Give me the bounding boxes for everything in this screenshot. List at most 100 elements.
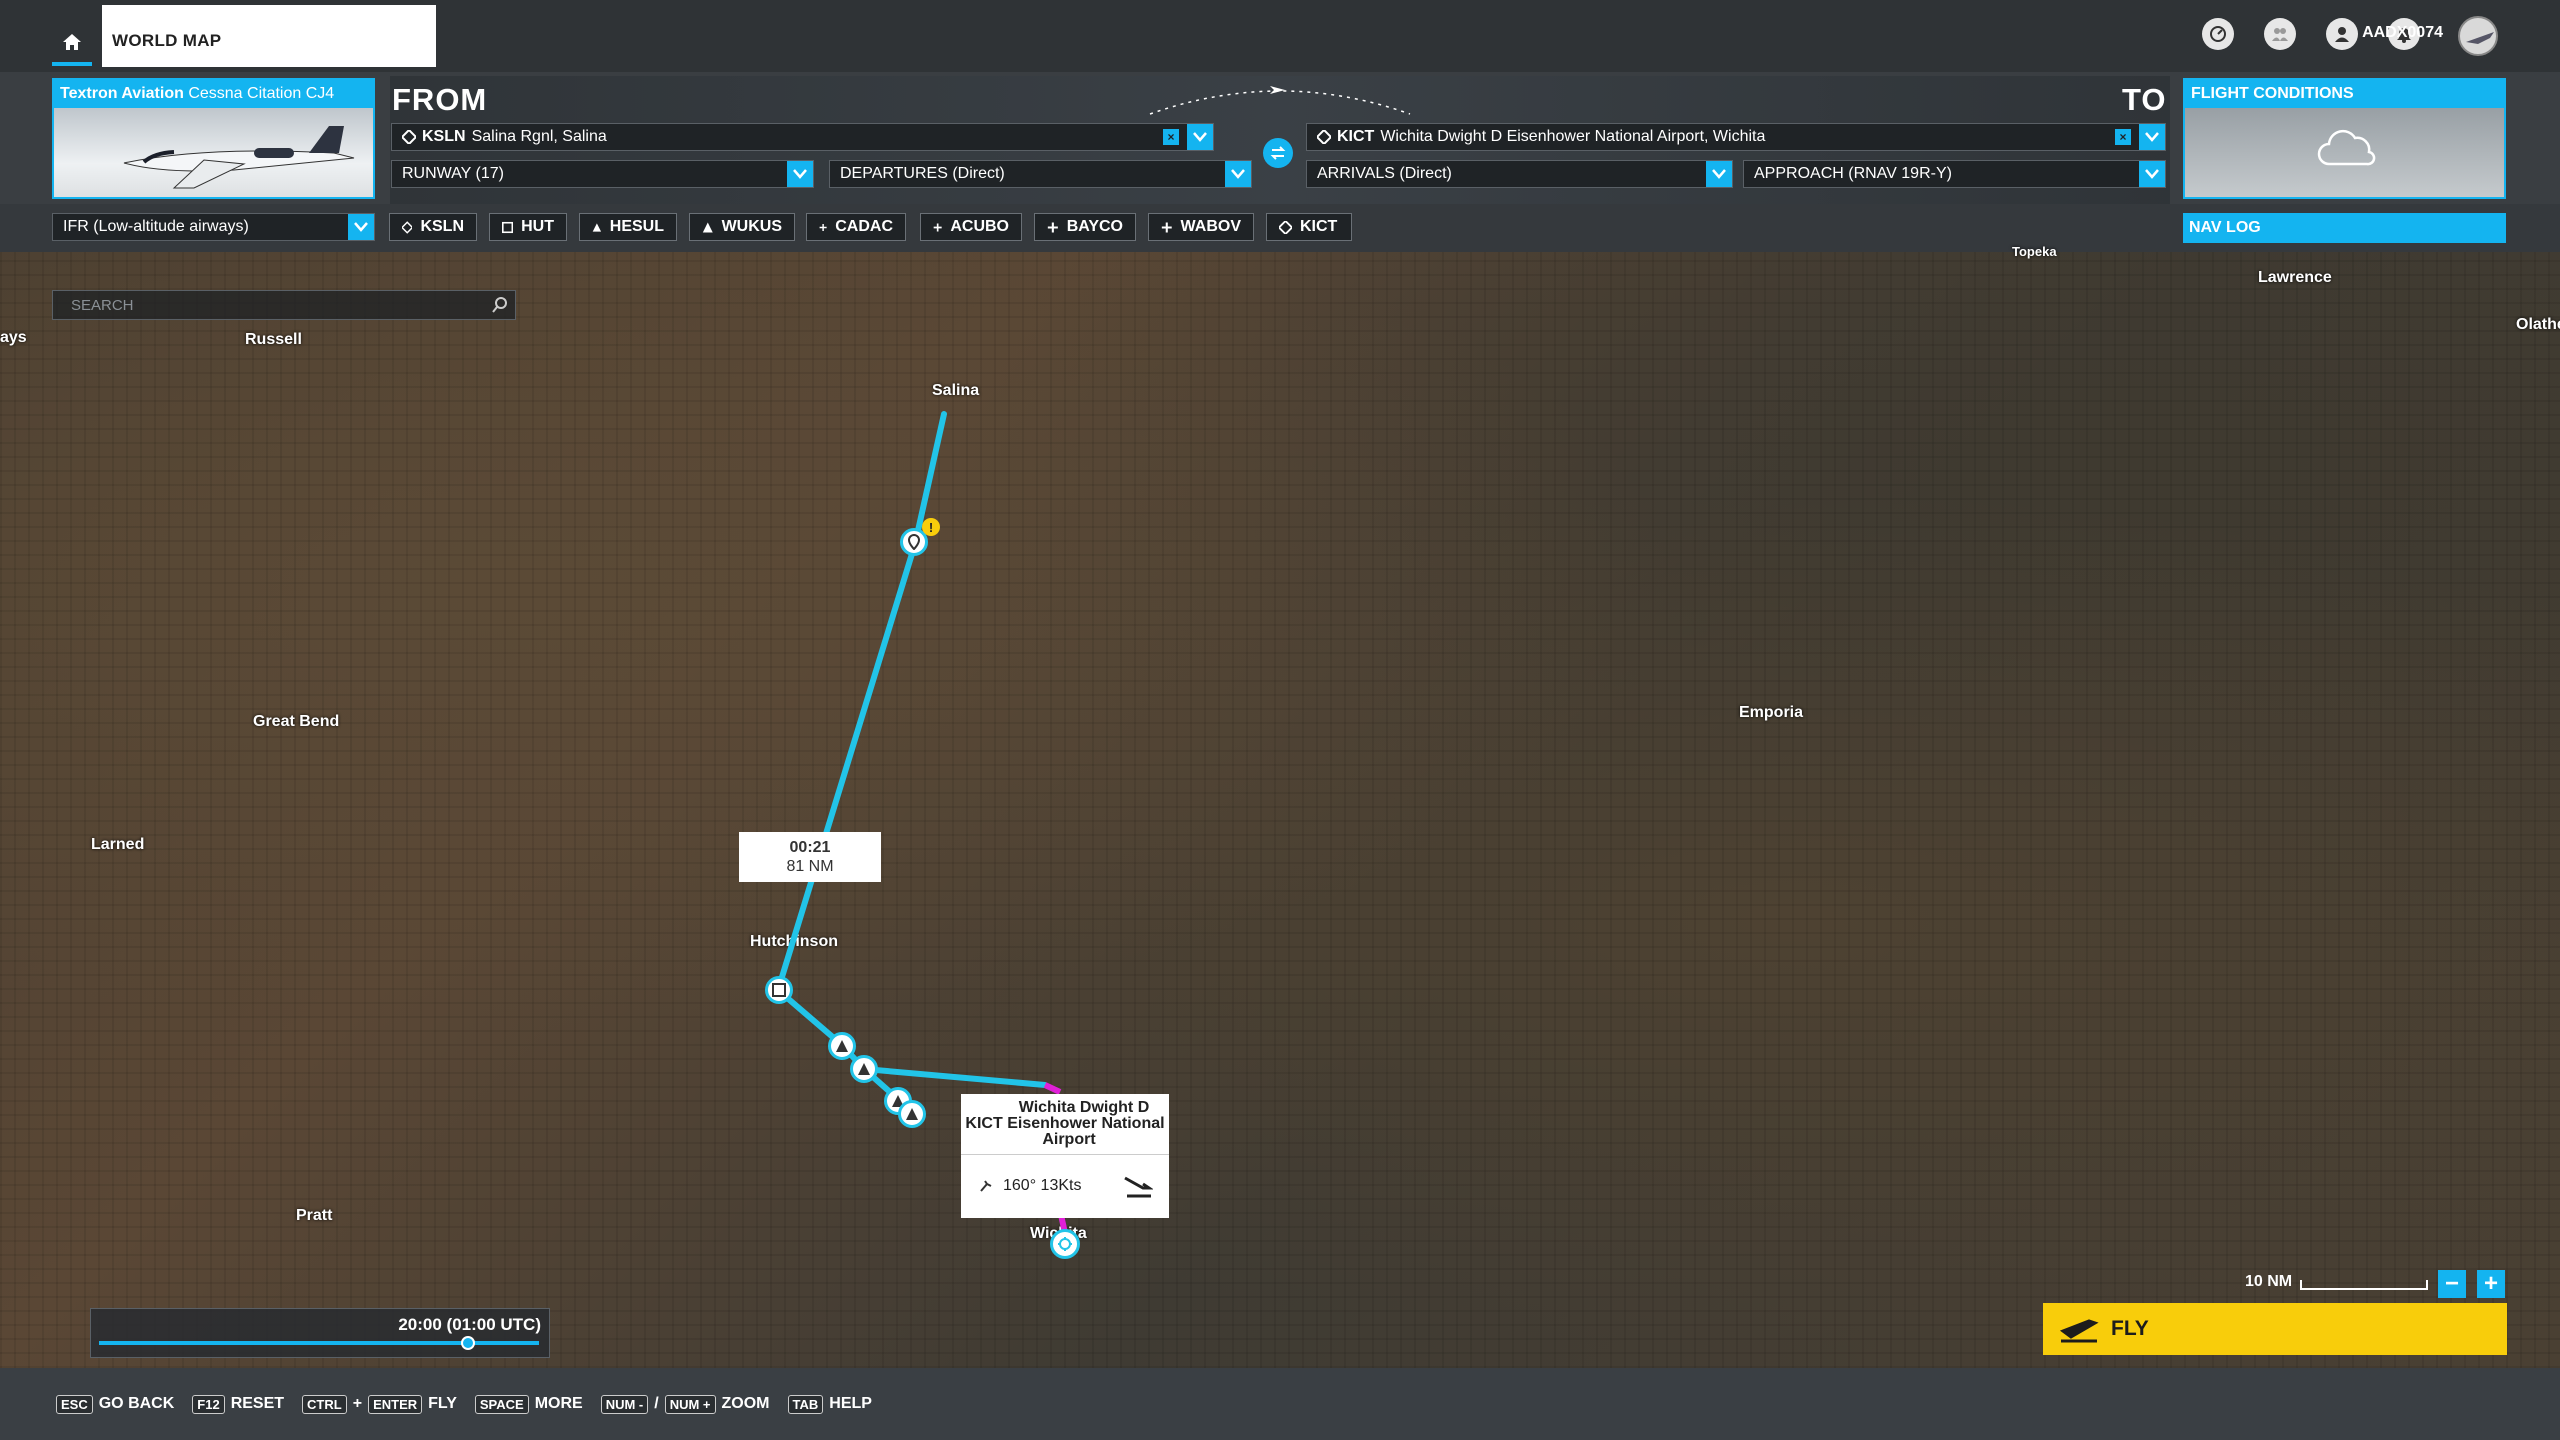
airport-icon: [1317, 130, 1331, 144]
to-label: TO: [2122, 82, 2167, 117]
approach-dropdown-button[interactable]: [2139, 161, 2165, 187]
runway-dropdown-button[interactable]: [787, 161, 813, 187]
zoom-in-button[interactable]: +: [2477, 1270, 2505, 1298]
hint-label: GO BACK: [98, 1395, 175, 1412]
city-label: Hutchinson: [750, 933, 838, 950]
waypoint-label: KICT: [1300, 218, 1338, 235]
waypoint-chip-hut[interactable]: HUT: [489, 213, 567, 241]
waypoint-label: WUKUS: [721, 218, 782, 235]
waypoint-chip-kict[interactable]: KICT: [1266, 213, 1352, 241]
arrival-dropdown-button[interactable]: [2139, 124, 2165, 150]
runway-select[interactable]: RUNWAY (17): [391, 160, 814, 188]
arrival-airport-field[interactable]: KICT Wichita Dwight D Eisenhower National…: [1306, 123, 2166, 151]
group-icon[interactable]: [2264, 18, 2296, 50]
waypoint-marker[interactable]: [898, 1100, 926, 1128]
waypoint-marker[interactable]: [850, 1055, 878, 1083]
flight-conditions-card[interactable]: FLIGHT CONDITIONS: [2183, 78, 2506, 199]
hint-go-back[interactable]: ESC GO BACK: [56, 1394, 175, 1414]
waypoint-chip-kslN[interactable]: KSLN: [389, 213, 477, 241]
world-map[interactable]: [0, 252, 2560, 1368]
landing-icon[interactable]: [1123, 1174, 1153, 1198]
map-scale-label: 10 NM: [2245, 1273, 2293, 1290]
departures-select[interactable]: DEPARTURES (Direct): [829, 160, 1252, 188]
vor-icon: [502, 221, 514, 233]
clear-arrival-button[interactable]: ×: [2115, 129, 2131, 145]
waypoint-chip-bayco[interactable]: BAYCO: [1034, 213, 1136, 241]
time-slider-handle[interactable]: [461, 1336, 475, 1350]
chevron-down-icon: [793, 169, 807, 179]
aircraft-card[interactable]: Textron Aviation Cessna Citation CJ4: [52, 78, 375, 199]
arrival-airport-name: Wichita Dwight D Eisenhower National Air…: [1380, 128, 1766, 145]
warning-icon[interactable]: !: [922, 518, 940, 536]
waypoint-chip-hesul[interactable]: HESUL: [579, 213, 677, 241]
approach-select[interactable]: APPROACH (RNAV 19R-Y): [1743, 160, 2166, 188]
plus-icon: [819, 223, 827, 231]
departures-dropdown-button[interactable]: [1225, 161, 1251, 187]
airport-icon: [402, 130, 416, 144]
avatar[interactable]: [2458, 16, 2498, 56]
city-label: Emporia: [1739, 704, 1804, 721]
avatar-icon: [2466, 32, 2494, 44]
hint-help[interactable]: TAB HELP: [787, 1394, 872, 1414]
destination-airport-marker[interactable]: [1050, 1229, 1080, 1259]
route-type-dropdown-button[interactable]: [348, 214, 374, 240]
hint-plus: /: [654, 1395, 659, 1412]
time-slider[interactable]: 20:00 (01:00 UTC): [90, 1308, 550, 1358]
departure-airport-name: Salina Rgnl, Salina: [471, 128, 607, 145]
from-label: FROM: [392, 82, 488, 117]
hint-more[interactable]: SPACE MORE: [474, 1394, 583, 1414]
fly-button[interactable]: FLY: [2043, 1303, 2507, 1355]
arrivals-select[interactable]: ARRIVALS (Direct): [1306, 160, 1733, 188]
chevron-down-icon: [2145, 132, 2159, 142]
airport-popup[interactable]: Wichita Dwight D KICT Eisenhower Nationa…: [961, 1094, 1169, 1218]
nav-log-button[interactable]: NAV LOG: [2183, 213, 2506, 243]
waypoint-chip-wukus[interactable]: WUKUS: [689, 213, 795, 241]
tab-world-map[interactable]: WORLD MAP: [102, 5, 436, 67]
aircraft-model: Cessna Citation CJ4: [188, 85, 335, 102]
leg-info-box: 00:21 81 NM: [739, 832, 881, 882]
plus-icon: [933, 223, 942, 231]
profile-icon[interactable]: [2326, 18, 2358, 50]
hint-zoom[interactable]: NUM - / NUM + ZOOM: [600, 1394, 770, 1414]
hint-fly[interactable]: CTRL + ENTER FLY: [302, 1394, 457, 1414]
keyboard-hints: ESC GO BACK F12 RESET CTRL + ENTER FLY SPACE M…: [0, 1368, 2560, 1440]
departure-dropdown-button[interactable]: [1187, 124, 1213, 150]
chevron-down-icon: [2145, 169, 2159, 179]
waypoint-chip-acubo[interactable]: ACUBO: [920, 213, 1022, 241]
waypoint-label: CADAC: [835, 218, 893, 235]
city-label: ays: [0, 329, 27, 346]
search-input[interactable]: SEARCH: [52, 290, 516, 320]
hint-reset[interactable]: F12 RESET: [192, 1394, 284, 1414]
waypoint-label: HUT: [521, 218, 554, 235]
route-type-select[interactable]: IFR (Low-altitude airways): [52, 213, 375, 241]
waypoint-marker[interactable]: [765, 976, 793, 1004]
clear-departure-button[interactable]: ×: [1163, 129, 1179, 145]
waypoint-marker[interactable]: [828, 1032, 856, 1060]
departure-airport-field[interactable]: KSLN Salina Rgnl, Salina ×: [391, 123, 1214, 151]
key-cap: NUM +: [664, 1394, 716, 1414]
header-arc-decoration: [1149, 86, 1411, 115]
key-cap: TAB: [787, 1394, 824, 1414]
home-button[interactable]: [52, 18, 92, 66]
aircraft-brand: Textron Aviation: [60, 85, 184, 102]
zoom-out-button[interactable]: −: [2438, 1270, 2466, 1298]
takeoff-icon: [2059, 1319, 2099, 1343]
speed-icon[interactable]: [2202, 18, 2234, 50]
search-icon[interactable]: [491, 296, 509, 314]
airport-popup-name: Wichita Dwight D KICT Eisenhower Nationa…: [961, 1094, 1169, 1154]
location-pin-icon: [907, 534, 921, 550]
key-cap: SPACE: [474, 1394, 529, 1414]
triangle-icon: [906, 1108, 918, 1120]
arrivals-dropdown-button[interactable]: [1706, 161, 1732, 187]
swap-airports-button[interactable]: [1263, 138, 1293, 168]
key-cap: ESC: [56, 1394, 93, 1414]
leg-distance: 81 NM: [786, 858, 834, 875]
airport-popup-code: KICT: [965, 1115, 1003, 1132]
waypoint-chip-cadac[interactable]: CADAC: [806, 213, 906, 241]
chevron-down-icon: [1193, 132, 1207, 142]
username: AADX0074: [2362, 24, 2443, 41]
waypoint-chip-wabov[interactable]: WABOV: [1148, 213, 1254, 241]
waypoint-label: ACUBO: [950, 218, 1009, 235]
city-label: Larned: [91, 836, 145, 853]
hint-label: ZOOM: [721, 1395, 770, 1412]
